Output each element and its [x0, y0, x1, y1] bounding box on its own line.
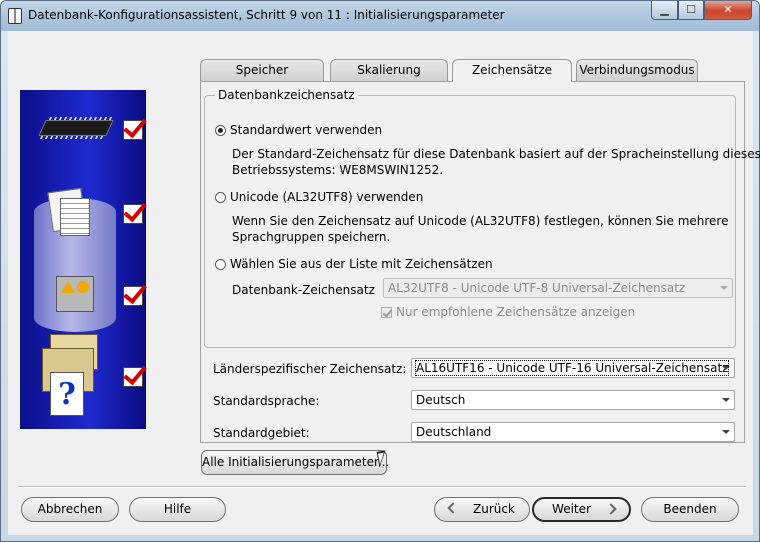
chip-icon — [38, 120, 114, 136]
cancel-button[interactable]: Abbrechen — [21, 497, 119, 522]
group-legend: Datenbankzeichensatz — [215, 88, 358, 102]
default-charset-desc-2: Betriebssystems: WE8MSWIN1252. — [232, 163, 444, 177]
database-charset-group: Datenbankzeichensatz Standardwert verwen… — [204, 88, 760, 348]
all-init-params-button[interactable]: Alle Initialisierungsparameter... — [201, 450, 389, 475]
tab-verbindungsmodus[interactable]: Verbindungsmodus — [576, 59, 698, 81]
national-charset-select[interactable]: AL16UTF16 - Unicode UTF-16 Universal-Zei… — [411, 358, 735, 378]
maximize-button[interactable]: ☐ — [678, 1, 704, 20]
default-language-label: Standardsprache: — [213, 394, 320, 408]
charset-tab-panel: Datenbankzeichensatz Standardwert verwen… — [200, 81, 760, 443]
chevron-down-icon — [722, 430, 730, 434]
step-graphic: ? — [20, 90, 146, 429]
shapes-icon — [56, 276, 94, 312]
default-charset-desc-1: Der Standard-Zeichensatz für diese Daten… — [232, 147, 760, 161]
chevron-down-icon — [722, 366, 730, 370]
chevron-down-icon — [720, 286, 728, 290]
db-charset-label: Datenbank-Zeichensatz — [232, 283, 375, 297]
button-separator — [18, 486, 746, 488]
wizard-content: ? Speicher Skalierung Zeichensätze Verbi… — [8, 31, 760, 535]
tab-zeichensaetze[interactable]: Zeichensätze — [452, 59, 572, 82]
db-charset-value: AL32UTF8 - Unicode UTF-8 Universal-Zeich… — [388, 281, 686, 295]
unicode-charset-label[interactable]: Unicode (AL32UTF8) verwenden — [230, 190, 423, 204]
title-bar[interactable]: Datenbank-Konfigurationsassistent, Schri… — [1, 1, 759, 31]
back-button-label: Zurück — [473, 502, 515, 516]
back-button[interactable]: Zurück — [434, 497, 530, 522]
default-territory-select[interactable]: Deutschland — [411, 422, 735, 442]
check-icon — [123, 204, 143, 224]
list-charset-radio[interactable] — [215, 259, 226, 270]
wizard-window: Datenbank-Konfigurationsassistent, Schri… — [0, 0, 760, 542]
check-icon — [123, 286, 143, 306]
document-icon — [60, 198, 90, 236]
default-charset-radio[interactable] — [215, 125, 226, 136]
minimize-button[interactable]: ▁ — [651, 1, 678, 20]
close-button[interactable]: ✕ — [704, 1, 752, 20]
default-language-select[interactable]: Deutsch — [411, 390, 735, 410]
default-territory-value: Deutschland — [416, 425, 492, 439]
finish-button[interactable]: Beenden — [641, 497, 739, 522]
chevron-down-icon — [722, 398, 730, 402]
default-territory-label: Standardgebiet: — [213, 426, 310, 440]
unicode-charset-radio[interactable] — [215, 192, 226, 203]
national-charset-label: Länderspezifischer Zeichensatz: — [213, 362, 407, 376]
tab-skalierung[interactable]: Skalierung — [330, 59, 448, 81]
db-charset-select[interactable]: AL32UTF8 - Unicode UTF-8 Universal-Zeich… — [383, 278, 733, 298]
unicode-charset-desc-2: Sprachgruppen speichern. — [232, 230, 391, 244]
window-title: Datenbank-Konfigurationsassistent, Schri… — [28, 8, 505, 22]
database-icon — [8, 8, 22, 24]
list-charset-label[interactable]: Wählen Sie aus der Liste mit Zeichensätz… — [230, 257, 493, 271]
national-charset-value: AL16UTF16 - Unicode UTF-16 Universal-Zei… — [414, 360, 730, 376]
default-language-value: Deutsch — [416, 393, 466, 407]
help-button[interactable]: Hilfe — [129, 497, 226, 522]
next-button-label: Weiter — [552, 502, 591, 516]
recommended-only-checkbox[interactable] — [381, 307, 392, 318]
recommended-only-label: Nur empfohlene Zeichensätze anzeigen — [396, 305, 636, 319]
default-charset-label[interactable]: Standardwert verwenden — [230, 123, 382, 137]
next-button[interactable]: Weiter — [532, 497, 631, 522]
help-document-icon: ? — [50, 372, 84, 416]
unicode-charset-desc-1: Wenn Sie den Zeichensatz auf Unicode (AL… — [232, 214, 729, 228]
check-icon — [123, 120, 143, 140]
check-icon — [123, 367, 143, 387]
tab-speicher[interactable]: Speicher — [200, 59, 324, 81]
